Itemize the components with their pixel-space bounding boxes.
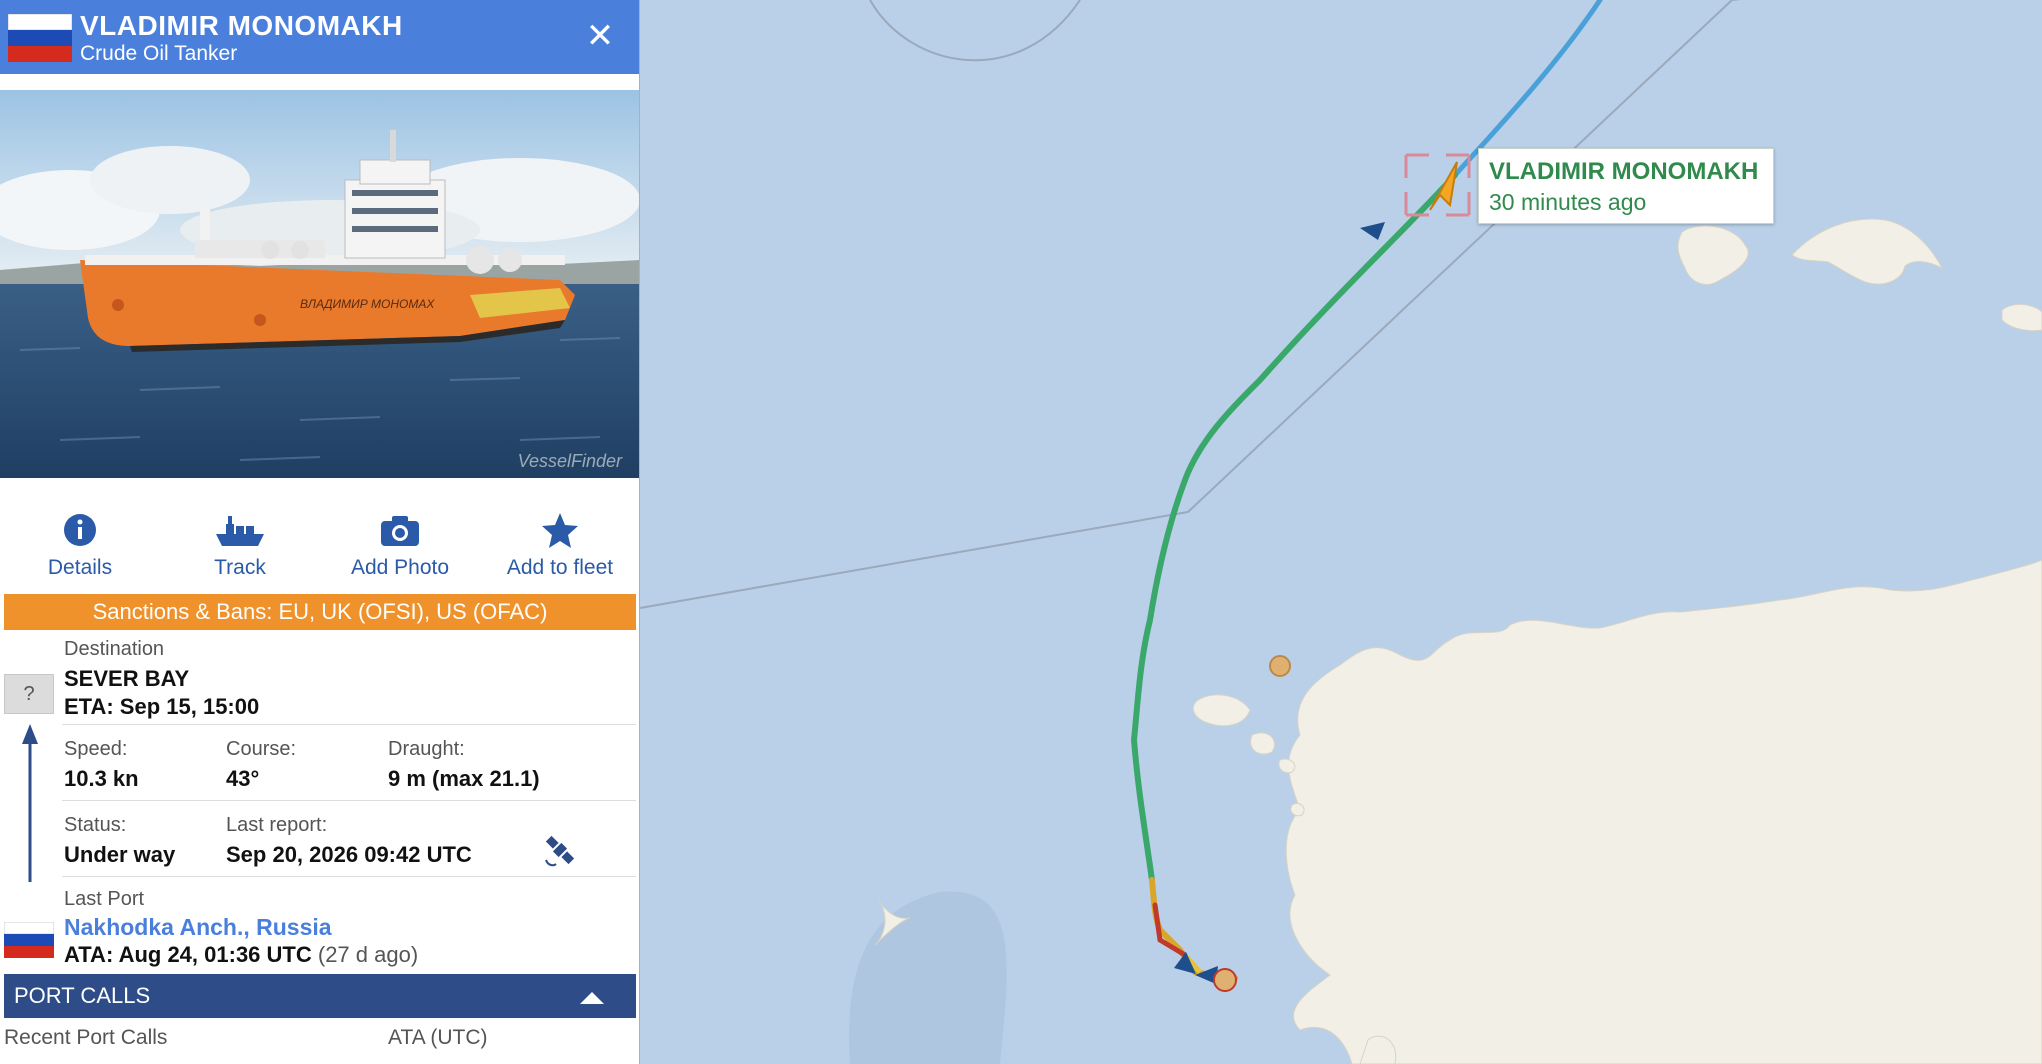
divider [62, 876, 636, 877]
map-label-time: 30 minutes ago [1489, 189, 1647, 215]
chevron-up-icon [580, 992, 604, 1004]
close-icon[interactable]: ✕ [582, 18, 618, 54]
vessel-type: Crude Oil Tanker [80, 42, 238, 65]
add-to-fleet-button[interactable]: Add to fleet [480, 510, 639, 590]
last-port-label: Last Port [64, 888, 145, 910]
last-port-ata: ATA: Aug 24, 01:36 UTC (27 d ago) [64, 942, 418, 968]
info-icon [64, 514, 96, 546]
route-arrow-icon [22, 724, 38, 882]
port-calls-title: PORT CALLS [14, 983, 151, 1008]
map-label-name: VLADIMIR MONOMAKH [1489, 158, 1759, 185]
satellite-icon [545, 835, 575, 867]
course-label: Course: [226, 738, 297, 760]
vessel-map-label[interactable]: VLADIMIR MONOMAKH 30 minutes ago [1478, 148, 1774, 224]
speed-label: Speed: [64, 738, 128, 760]
divider [62, 724, 636, 725]
app-root: VLADIMIR MONOMAKH 30 minutes ago VLADIMI… [0, 0, 2042, 1064]
status-label: Status: [64, 814, 127, 836]
route-indicator: ? [0, 634, 60, 974]
course-value: 43° [226, 766, 260, 791]
draught-value: 9 m (max 21.1) [388, 766, 540, 791]
destination-label: Destination [64, 638, 165, 660]
ata-utc-header: ATA (UTC) [388, 1026, 488, 1049]
ship-track-icon [216, 516, 264, 546]
recent-port-calls-header: Recent Port Calls [4, 1026, 168, 1049]
photo-watermark: VesselFinder [517, 451, 622, 471]
action-bar: Details Track Add Photo Add to fleet [0, 500, 639, 590]
add-to-fleet-label: Add to fleet [506, 556, 614, 579]
status-value: Under way [64, 842, 176, 867]
details-label: Details [47, 556, 113, 579]
track-button[interactable]: Track [160, 510, 320, 590]
map-canvas[interactable] [640, 0, 2042, 1064]
last-report-value: Sep 20, 2026 09:42 UTC [226, 842, 472, 867]
last-port-link[interactable]: Nakhodka Anch., Russia [64, 914, 332, 941]
speed-value: 10.3 kn [64, 766, 139, 791]
last-port-ata-value: ATA: Aug 24, 01:36 UTC [64, 942, 312, 967]
eta-value: ETA: Sep 15, 15:00 [64, 694, 260, 719]
destination-value: SEVER BAY [64, 666, 190, 691]
divider [62, 800, 636, 801]
russia-flag-icon [4, 922, 54, 958]
vessel-photo[interactable]: ВЛАДИМИР МОНОМАХ VesselFinder [0, 90, 639, 478]
panel-header: VLADIMIR MONOMAKH Crude Oil Tanker ✕ [0, 0, 639, 74]
port-calls-header[interactable]: PORT CALLS [4, 974, 636, 1018]
star-icon [542, 513, 578, 548]
last-report-label: Last report: [226, 814, 328, 836]
tanker-photo-image: ВЛАДИМИР МОНОМАХ [0, 90, 639, 478]
details-button[interactable]: Details [0, 510, 160, 590]
map-view[interactable]: VLADIMIR MONOMAKH 30 minutes ago [640, 0, 2042, 1064]
add-photo-button[interactable]: Add Photo [320, 510, 480, 590]
vessel-panel: VLADIMIR MONOMAKH Crude Oil Tanker ✕ ВЛА… [0, 0, 640, 1064]
unknown-destination-flag: ? [4, 674, 54, 714]
camera-icon [381, 516, 419, 546]
russia-flag-icon [8, 14, 72, 62]
vessel-name: VLADIMIR MONOMAKH [80, 10, 403, 41]
add-photo-label: Add Photo [350, 556, 450, 579]
draught-label: Draught: [388, 738, 465, 760]
last-port-ago: (27 d ago) [317, 942, 419, 967]
sanctions-banner[interactable]: Sanctions & Bans: EU, UK (OFSI), US (OFA… [4, 594, 636, 630]
hull-name-text: ВЛАДИМИР МОНОМАХ [300, 297, 435, 311]
vessel-marker-icon [1429, 161, 1458, 211]
vessel-selection-brackets [1404, 153, 1471, 217]
track-label: Track [214, 556, 266, 579]
